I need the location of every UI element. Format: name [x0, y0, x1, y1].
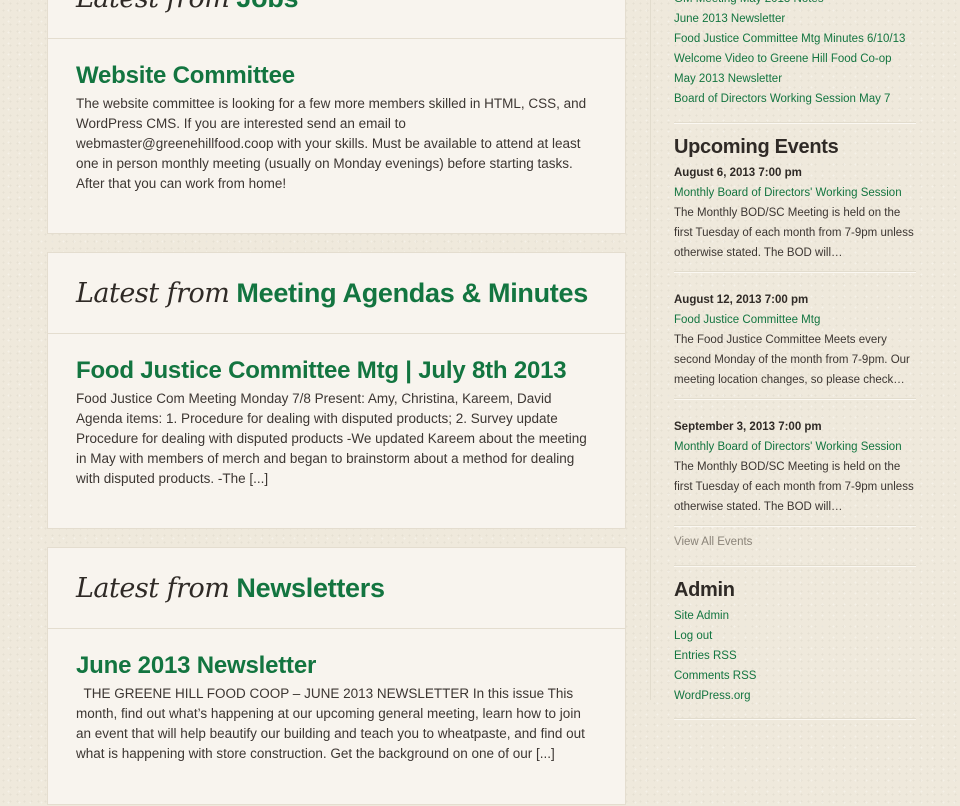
event-description: The Monthly BOD/SC Meeting is held on th… — [674, 207, 914, 259]
event-item: August 6, 2013 7:00 pm Monthly Board of … — [674, 163, 917, 263]
recent-posts-list: GM Meeting May 2013 Notes June 2013 News… — [674, 0, 917, 109]
log-out-link[interactable]: Log out — [674, 626, 917, 646]
view-all-events-link[interactable]: View All Events — [674, 532, 917, 552]
post-excerpt: The website committee is looking for a f… — [76, 96, 587, 191]
post-title[interactable]: June 2013 Newsletter — [76, 652, 597, 680]
latest-from-label: Latest from — [76, 277, 230, 309]
divider — [674, 718, 916, 720]
event-description: The Monthly BOD/SC Meeting is held on th… — [674, 461, 914, 513]
recent-post-link[interactable]: May 2013 Newsletter — [674, 69, 917, 89]
jobs-panel: Latest from Jobs Website Committee The w… — [47, 0, 626, 234]
section-link-jobs[interactable]: Jobs — [236, 0, 298, 14]
sidebar: GM Meeting May 2013 Notes June 2013 News… — [650, 0, 917, 720]
entries-rss-link[interactable]: Entries RSS — [674, 646, 917, 666]
event-date: September 3, 2013 7:00 pm — [674, 421, 822, 433]
section-link-newsletters[interactable]: Newsletters — [236, 573, 385, 604]
event-date: August 6, 2013 7:00 pm — [674, 167, 802, 179]
post-excerpt: Food Justice Com Meeting Monday 7/8 Pres… — [76, 391, 587, 486]
post: June 2013 Newsletter THE GREENE HILL FOO… — [48, 629, 625, 764]
panel-header: Latest from Newsletters — [48, 548, 625, 629]
site-admin-link[interactable]: Site Admin — [674, 606, 917, 626]
admin-links: Site Admin Log out Entries RSS Comments … — [674, 606, 917, 706]
event-description: The Food Justice Committee Meets every s… — [674, 334, 910, 386]
meeting-agendas-panel: Latest from Meeting Agendas & Minutes Fo… — [47, 252, 626, 529]
latest-from-label: Latest from — [76, 572, 230, 604]
post-title-link[interactable]: June 2013 Newsletter — [76, 652, 316, 679]
event-item: September 3, 2013 7:00 pm Monthly Board … — [674, 417, 917, 517]
divider — [674, 122, 916, 124]
comments-rss-link[interactable]: Comments RSS — [674, 666, 917, 686]
event-title-link[interactable]: Monthly Board of Directors' Working Sess… — [674, 437, 917, 457]
post-title[interactable]: Food Justice Committee Mtg | July 8th 20… — [76, 357, 597, 385]
newsletters-panel: Latest from Newsletters June 2013 Newsle… — [47, 547, 626, 805]
divider — [674, 525, 916, 527]
event-item: August 12, 2013 7:00 pm Food Justice Com… — [674, 290, 917, 390]
post: Website Committee The website committee … — [48, 39, 625, 194]
wordpress-org-link[interactable]: WordPress.org — [674, 686, 917, 706]
recent-post-link[interactable]: Food Justice Committee Mtg Minutes 6/10/… — [674, 29, 917, 49]
event-date: August 12, 2013 7:00 pm — [674, 294, 809, 306]
event-title-link[interactable]: Food Justice Committee Mtg — [674, 310, 917, 330]
post-title-link[interactable]: Website Committee — [76, 62, 295, 89]
post-title-link[interactable]: Food Justice Committee Mtg | July 8th 20… — [76, 357, 567, 384]
post: Food Justice Committee Mtg | July 8th 20… — [48, 334, 625, 489]
divider — [674, 565, 916, 567]
panel-header: Latest from Jobs — [48, 0, 625, 39]
latest-from-label: Latest from — [76, 0, 230, 14]
recent-post-link[interactable]: Welcome Video to Greene Hill Food Co-op — [674, 49, 917, 69]
recent-post-link[interactable]: June 2013 Newsletter — [674, 9, 917, 29]
section-link-meeting-agendas[interactable]: Meeting Agendas & Minutes — [236, 278, 588, 309]
panel-header: Latest from Meeting Agendas & Minutes — [48, 253, 625, 334]
recent-post-link[interactable]: GM Meeting May 2013 Notes — [674, 0, 917, 9]
divider — [674, 398, 916, 400]
post-title[interactable]: Website Committee — [76, 62, 597, 90]
event-title-link[interactable]: Monthly Board of Directors' Working Sess… — [674, 183, 917, 203]
recent-post-link[interactable]: Board of Directors Working Session May 7 — [674, 89, 917, 109]
admin-heading: Admin — [674, 579, 735, 601]
upcoming-events-heading: Upcoming Events — [674, 136, 839, 158]
divider — [674, 271, 916, 273]
post-excerpt: THE GREENE HILL FOOD COOP – JUNE 2013 NE… — [76, 686, 589, 761]
